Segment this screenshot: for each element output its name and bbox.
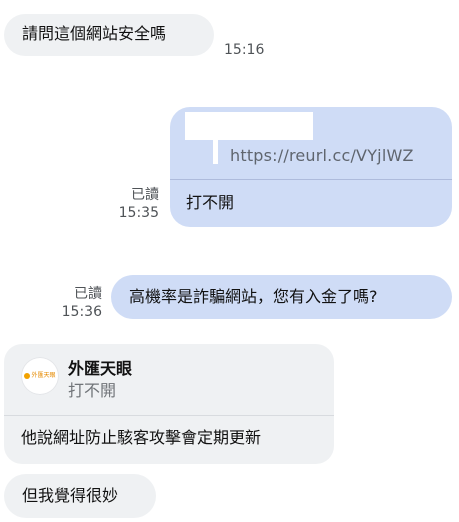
logo-icon [24, 373, 31, 379]
logo-text: 外匯天眼 [31, 372, 56, 379]
incoming-message-bubble[interactable]: 請問這個網站安全嗎 [4, 14, 214, 56]
bubble-divider [170, 179, 452, 180]
message-timestamp: 15:35 [118, 204, 159, 221]
card-divider [4, 415, 334, 416]
incoming-message-bubble[interactable]: 但我覺得很妙 [4, 474, 156, 518]
read-status: 已讀 [74, 286, 102, 302]
message-text: 請問這個網站安全嗎 [22, 24, 167, 43]
redaction-block [185, 112, 313, 140]
link-preview[interactable]: https://reurl.cc/VYjlWZ [170, 107, 452, 179]
sender-avatar[interactable]: 外匯天眼 [21, 357, 59, 395]
chat-thread: 請問這個網站安全嗎 15:16 已讀 15:35 https://reurl.c… [0, 0, 459, 522]
message-timestamp: 15:36 [61, 303, 102, 320]
link-url[interactable]: https://reurl.cc/VYjlWZ [230, 146, 414, 165]
outgoing-link-message[interactable]: https://reurl.cc/VYjlWZ 打不開 [170, 107, 452, 227]
read-receipt: 已讀 15:36 [58, 286, 102, 321]
message-caption: 打不開 [186, 193, 235, 212]
redaction-block [213, 140, 218, 164]
outgoing-message-bubble[interactable]: 高機率是詐騙網站，您有入金了嗎? [111, 275, 452, 319]
read-status: 已讀 [131, 187, 159, 203]
incoming-reply-card[interactable]: 外匯天眼 外匯天眼 打不開 他說網址防止駭客攻擊會定期更新 [4, 344, 334, 464]
message-text: 他說網址防止駭客攻擊會定期更新 [21, 428, 262, 447]
read-receipt: 已讀 15:35 [117, 187, 159, 222]
message-timestamp: 15:16 [224, 42, 265, 58]
sender-name: 外匯天眼 [68, 359, 133, 378]
message-text: 高機率是詐騙網站，您有入金了嗎? [129, 287, 378, 306]
message-text: 但我覺得很妙 [22, 486, 119, 505]
quoted-message[interactable]: 打不開 [68, 381, 116, 400]
